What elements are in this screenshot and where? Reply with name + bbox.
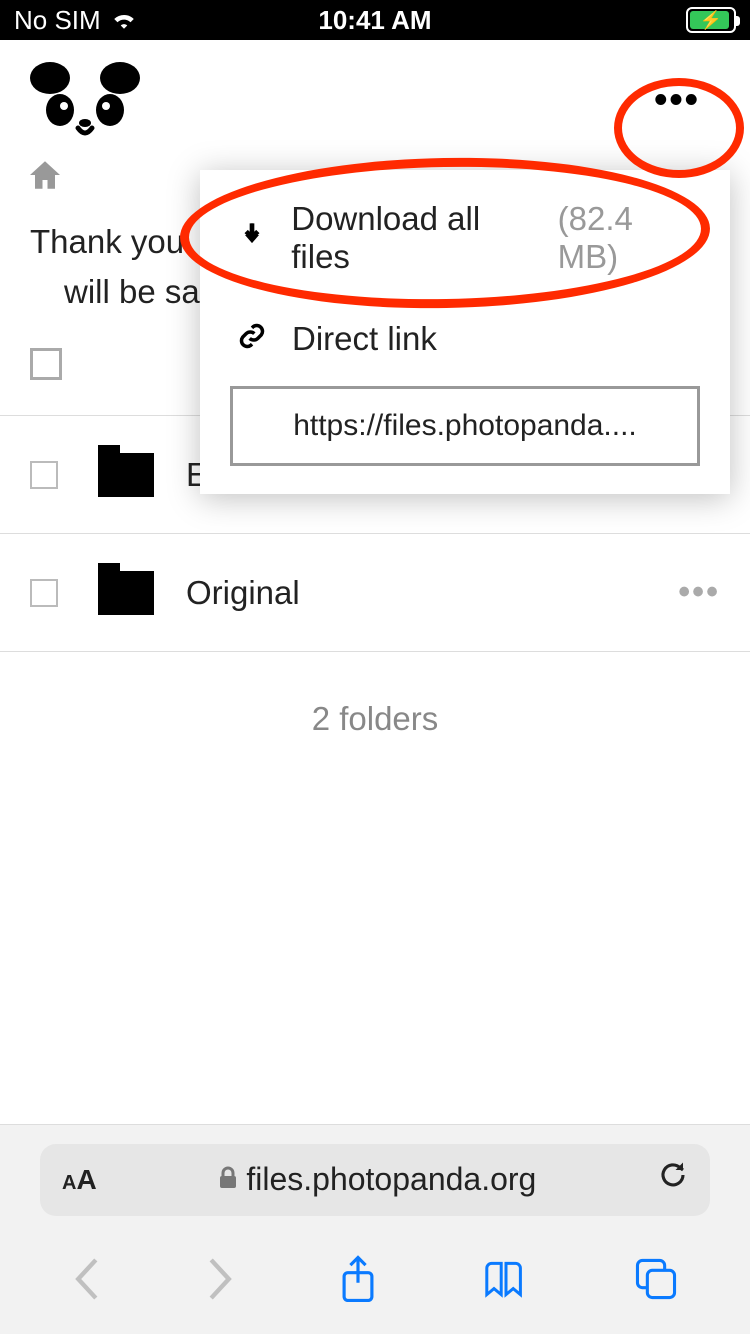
tabs-button[interactable] [635,1258,677,1311]
download-size: (82.4 MB) [558,200,700,276]
forward-button[interactable] [206,1257,234,1312]
address-domain: files.photopanda.org [246,1161,536,1198]
more-button[interactable]: ••• [634,59,720,142]
reload-button[interactable] [658,1160,688,1199]
home-icon[interactable] [30,160,60,197]
notice-line2: will be sa [30,273,200,310]
folder-name: Original [186,574,678,612]
list-item[interactable]: Original ••• [0,534,750,652]
status-time: 10:41 AM [0,5,750,36]
browser-address-wrap: AA files.photopanda.org [0,1124,750,1234]
app-header: ••• [0,40,750,160]
context-menu: Download all files (82.4 MB) Direct link… [200,170,730,494]
panda-logo [30,60,140,140]
direct-link-label: Direct link [292,320,437,358]
download-all-button[interactable]: Download all files (82.4 MB) [200,170,730,290]
back-button[interactable] [73,1257,101,1312]
row-checkbox[interactable] [30,579,58,607]
battery-icon: ⚡ [686,7,736,33]
browser-toolbar [0,1234,750,1334]
reader-button[interactable]: AA [62,1164,97,1196]
row-more-button[interactable]: ••• [678,573,720,612]
row-checkbox[interactable] [30,461,58,489]
select-all-checkbox[interactable] [30,348,62,380]
status-bar: No SIM 10:41 AM ⚡ [0,0,750,40]
link-icon [230,321,274,358]
folder-icon [98,571,154,615]
folder-summary: 2 folders [0,700,750,738]
download-label: Download all files [291,200,543,276]
lock-icon [218,1161,238,1198]
address-url[interactable]: files.photopanda.org [97,1161,658,1198]
direct-link-item[interactable]: Direct link [200,290,730,372]
folder-icon [98,453,154,497]
address-bar[interactable]: AA files.photopanda.org [40,1144,710,1216]
share-button[interactable] [339,1255,377,1314]
direct-link-url[interactable]: https://files.photopanda.... [230,386,700,466]
page-content: ••• Thank you will be sa Enhanced ••• Or… [0,40,750,1124]
notice-line1: Thank you [30,223,184,260]
download-icon [230,220,273,257]
bookmarks-button[interactable] [482,1259,530,1310]
